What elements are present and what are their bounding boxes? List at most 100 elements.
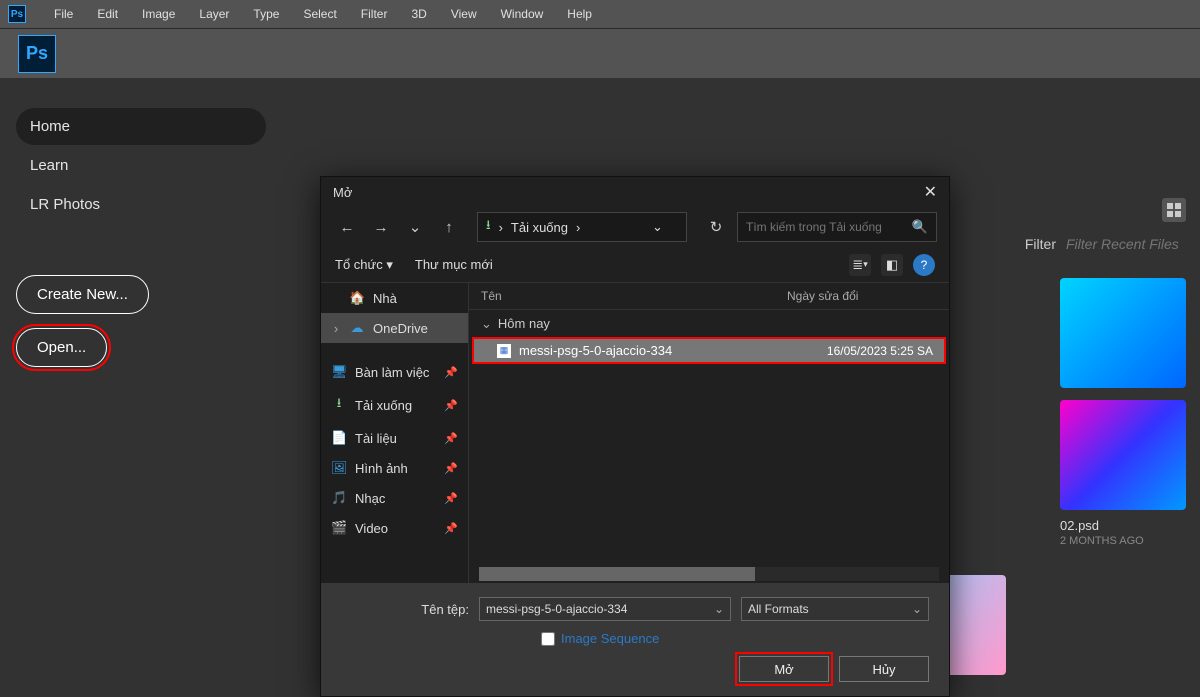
tile-thumbnail: [1060, 278, 1186, 388]
image-sequence-checkbox[interactable]: [541, 632, 555, 646]
dialog-titlebar: Mở ✕: [321, 177, 949, 207]
file-group-today[interactable]: Hôm nay: [469, 310, 949, 338]
menu-type[interactable]: Type: [241, 7, 291, 21]
pin-icon: 📌: [444, 399, 458, 412]
search-icon[interactable]: 🔍: [912, 219, 928, 235]
filter-input[interactable]: [1066, 236, 1186, 252]
tree-item-documents[interactable]: 📄Tài liệu📌: [321, 423, 468, 453]
tree-item-onedrive[interactable]: ›☁OneDrive: [321, 313, 468, 343]
menu-select[interactable]: Select: [291, 7, 348, 21]
tree-item-music[interactable]: 🎵Nhạc📌: [321, 483, 468, 513]
file-name: messi-psg-5-0-ajaccio-334: [519, 343, 773, 358]
menu-image[interactable]: Image: [130, 7, 187, 21]
download-icon: ⭳: [331, 394, 347, 416]
chevron-down-icon: ⌄: [714, 602, 724, 616]
file-column-headers: Tên Ngày sửa đổi: [469, 283, 949, 310]
nav-home[interactable]: Home: [16, 108, 266, 145]
view-grid-icon[interactable]: [1162, 198, 1186, 222]
new-folder-button[interactable]: Thư mục mới: [415, 257, 493, 272]
breadcrumb-separator: ›: [499, 220, 503, 235]
download-folder-icon: ⭳: [486, 216, 491, 238]
desktop-icon: 🖥: [331, 364, 347, 380]
home-icon: 🏠: [349, 290, 365, 306]
music-icon: 🎵: [331, 490, 347, 506]
up-icon[interactable]: ↑: [435, 213, 463, 241]
video-icon: 🎬: [331, 520, 347, 536]
create-new-button[interactable]: Create New...: [16, 275, 149, 314]
refresh-icon[interactable]: ↻: [701, 213, 731, 241]
dialog-footer: Tên tệp: messi-psg-5-0-ajaccio-334 ⌄ All…: [321, 583, 949, 696]
horizontal-scrollbar[interactable]: [479, 567, 939, 581]
breadcrumb[interactable]: ⭳ › Tải xuống › ⌄: [477, 212, 687, 242]
menu-window[interactable]: Window: [489, 7, 556, 21]
dialog-toolbar: Tổ chức ▾ Thư mục mới ≣ ▾ ◧ ?: [321, 247, 949, 283]
file-row[interactable]: ▦ messi-psg-5-0-ajaccio-334 16/05/2023 5…: [473, 338, 945, 363]
menubar: Ps File Edit Image Layer Type Select Fil…: [0, 0, 1200, 28]
menu-file[interactable]: File: [42, 7, 85, 21]
menu-help[interactable]: Help: [555, 7, 604, 21]
menu-3d[interactable]: 3D: [399, 7, 438, 21]
open-dialog: Mở ✕ ← → ⌄ ↑ ⭳ › Tải xuống › ⌄ ↻ 🔍: [320, 176, 950, 697]
nav-learn[interactable]: Learn: [16, 147, 266, 184]
tile-date: 2 MONTHS AGO: [1060, 535, 1186, 547]
dialog-body: 🏠Nhà ›☁OneDrive 🖥Bàn làm việc📌 ⭳Tải xuốn…: [321, 283, 949, 583]
tree-item-video[interactable]: 🎬Video📌: [321, 513, 468, 543]
chevron-down-icon: ⌄: [912, 602, 922, 616]
chevron-down-icon[interactable]: ⌄: [401, 213, 429, 241]
menu-edit[interactable]: Edit: [85, 7, 130, 21]
forward-icon[interactable]: →: [367, 213, 395, 241]
nav-lrphotos[interactable]: LR Photos: [16, 186, 266, 223]
directory-tree[interactable]: 🏠Nhà ›☁OneDrive 🖥Bàn làm việc📌 ⭳Tải xuốn…: [321, 283, 469, 583]
ps-logo-large: Ps: [18, 35, 56, 73]
view-mode-icon[interactable]: ≣ ▾: [849, 254, 871, 276]
file-icon: ▦: [497, 344, 511, 358]
menu-layer[interactable]: Layer: [187, 7, 241, 21]
file-date: 16/05/2023 5:25 SA: [773, 344, 933, 358]
column-name[interactable]: Tên: [481, 289, 787, 303]
close-icon[interactable]: ✕: [924, 182, 937, 202]
recent-tile[interactable]: [1060, 278, 1186, 388]
breadcrumb-location[interactable]: Tải xuống: [511, 220, 568, 235]
image-sequence-label: Image Sequence: [561, 631, 659, 646]
pin-icon: 📌: [444, 366, 458, 379]
ps-logo-small: Ps: [8, 5, 26, 23]
pin-icon: 📌: [444, 522, 458, 535]
document-icon: 📄: [331, 430, 347, 446]
format-combo[interactable]: All Formats ⌄: [741, 597, 929, 621]
menu-view[interactable]: View: [439, 7, 489, 21]
help-icon[interactable]: ?: [913, 254, 935, 276]
file-list-area: Tên Ngày sửa đổi Hôm nay ▦ messi-psg-5-0…: [469, 283, 949, 583]
search-box: 🔍: [737, 212, 937, 242]
pin-icon: 📌: [444, 492, 458, 505]
menu-filter[interactable]: Filter: [349, 7, 400, 21]
filter-label: Filter: [1025, 236, 1056, 252]
pin-icon: 📌: [444, 432, 458, 445]
tree-item-downloads[interactable]: ⭳Tải xuống📌: [321, 387, 468, 423]
search-input[interactable]: [746, 220, 912, 234]
tree-item-desktop[interactable]: 🖥Bàn làm việc📌: [321, 357, 468, 387]
tree-item-pictures[interactable]: 🖼Hình ảnh📌: [321, 453, 468, 483]
recent-tiles: 02.psd 2 MONTHS AGO: [1060, 278, 1186, 547]
tile-filename: 02.psd: [1060, 518, 1186, 533]
chevron-down-icon[interactable]: ⌄: [652, 219, 678, 235]
open-button[interactable]: Open...: [16, 328, 107, 367]
back-icon[interactable]: ←: [333, 213, 361, 241]
cloud-icon: ☁: [349, 320, 365, 336]
open-confirm-button[interactable]: Mở: [739, 656, 829, 682]
home-left-nav: Home Learn LR Photos Create New... Open.…: [16, 108, 266, 367]
cancel-button[interactable]: Hủy: [839, 656, 929, 682]
filename-label: Tên tệp:: [341, 602, 469, 617]
filename-combo[interactable]: messi-psg-5-0-ajaccio-334 ⌄: [479, 597, 731, 621]
home-screen: Home Learn LR Photos Create New... Open.…: [0, 78, 1200, 675]
tree-item-home[interactable]: 🏠Nhà: [321, 283, 468, 313]
filter-bar: Filter: [1025, 236, 1186, 252]
column-date[interactable]: Ngày sửa đổi: [787, 289, 937, 303]
recent-tile[interactable]: 02.psd 2 MONTHS AGO: [1060, 400, 1186, 547]
chevron-down-icon: ▾: [386, 257, 393, 272]
options-bar: Ps: [0, 28, 1200, 78]
organize-dropdown[interactable]: Tổ chức ▾: [335, 257, 393, 273]
dialog-nav: ← → ⌄ ↑ ⭳ › Tải xuống › ⌄ ↻ 🔍: [321, 207, 949, 247]
breadcrumb-separator: ›: [576, 220, 580, 235]
image-icon: 🖼: [331, 460, 347, 476]
preview-pane-icon[interactable]: ◧: [881, 254, 903, 276]
